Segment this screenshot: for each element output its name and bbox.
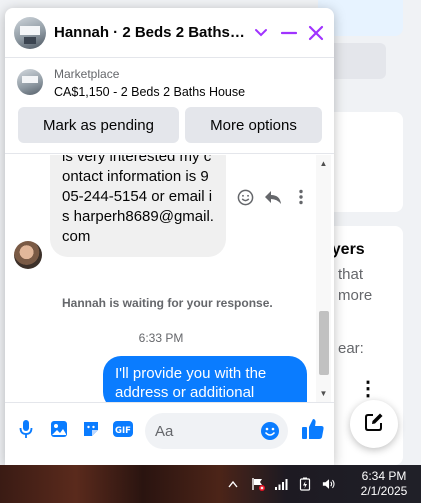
message-timestamp: 6:33 PM (138, 331, 184, 345)
sender-avatar[interactable] (14, 241, 42, 269)
new-message-button[interactable] (350, 400, 398, 448)
chat-header: Hannah · 2 Beds 2 Baths H... (5, 8, 334, 58)
battery-icon[interactable] (298, 477, 312, 491)
close-icon[interactable] (305, 22, 327, 44)
background-text-line: more (338, 287, 373, 304)
sticker-icon[interactable] (79, 417, 103, 441)
background-more-icon[interactable]: ⋮ (358, 379, 378, 399)
message-composer: GIF (5, 402, 334, 465)
network-icon[interactable] (274, 477, 288, 491)
listing-banner: Marketplace CA$1,150 - 2 Beds 2 Baths Ho… (5, 59, 334, 154)
listing-thumbnail[interactable] (17, 69, 43, 95)
page-scrollbar[interactable] (408, 0, 421, 465)
incoming-message[interactable]: is very interested my contact informatio… (50, 155, 226, 257)
message-scrollbar[interactable]: ▲ ▼ (316, 155, 331, 402)
emoji-reaction-icon[interactable] (235, 187, 255, 207)
listing-avatar[interactable] (14, 17, 46, 49)
taskbar-clock[interactable]: 6:34 PM 2/1/2025 (352, 469, 416, 499)
taskbar: 6:34 PM 2/1/2025 (0, 465, 421, 503)
reply-icon[interactable] (263, 187, 283, 207)
message-input-container[interactable] (145, 413, 288, 449)
more-options-button[interactable]: More options (185, 107, 322, 143)
gif-icon[interactable]: GIF (111, 417, 135, 441)
background-text-line: ear: (338, 340, 364, 357)
clock-time: 6:34 PM (361, 469, 407, 483)
minimize-icon[interactable] (278, 22, 300, 44)
photo-icon[interactable] (47, 417, 71, 441)
mark-as-pending-button[interactable]: Mark as pending (18, 107, 179, 143)
waiting-notice: Hannah is waiting for your response. (62, 296, 273, 310)
emoji-icon[interactable] (260, 421, 280, 441)
background-text-line: that (338, 266, 364, 283)
clock-date: 2/1/2025 (360, 484, 408, 498)
like-icon[interactable] (299, 415, 327, 443)
listing-category: Marketplace (54, 67, 120, 81)
compose-icon (364, 412, 384, 437)
microphone-icon[interactable] (14, 417, 38, 441)
volume-icon[interactable] (322, 477, 336, 491)
message-list: is very interested my contact informatio… (5, 155, 334, 402)
listing-description[interactable]: CA$1,150 - 2 Beds 2 Baths House (54, 85, 245, 99)
outgoing-message[interactable]: I'll provide you with the address or add… (103, 356, 307, 402)
chevron-down-icon[interactable] (250, 22, 272, 44)
scroll-thumb[interactable] (319, 311, 329, 375)
svg-text:GIF: GIF (115, 426, 131, 436)
chat-window: Hannah · 2 Beds 2 Baths H... Marketplace… (5, 8, 334, 465)
more-icon[interactable] (291, 187, 311, 207)
chat-title[interactable]: Hannah · 2 Beds 2 Baths H... (54, 24, 249, 41)
scroll-up-icon[interactable]: ▲ (319, 159, 328, 168)
flag-icon[interactable] (251, 477, 265, 491)
show-hidden-icons-icon[interactable] (226, 477, 240, 491)
scroll-down-icon[interactable]: ▼ (319, 389, 328, 398)
message-input[interactable] (155, 413, 255, 449)
